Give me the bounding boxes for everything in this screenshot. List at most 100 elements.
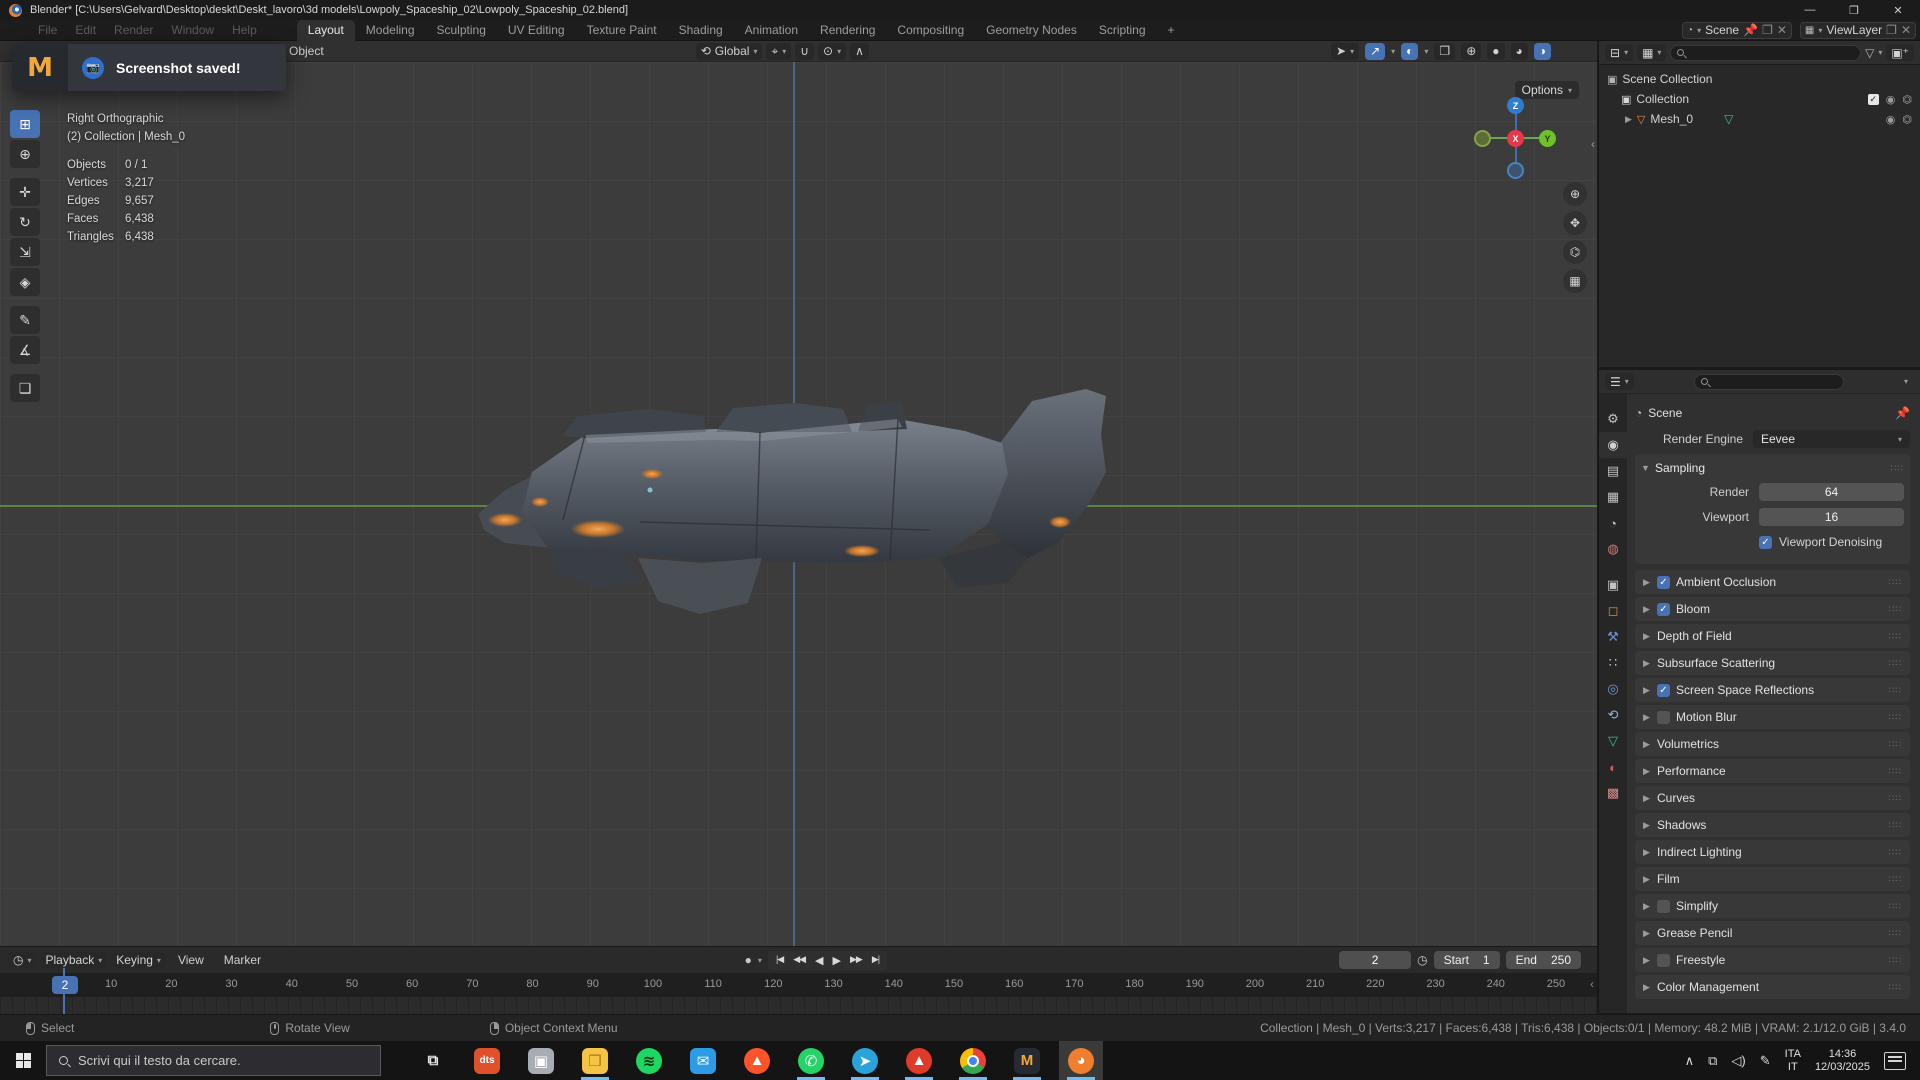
proportional-edit-dropdown[interactable]: ⊙ ▾ [818,42,847,60]
delete-icon[interactable]: ✕ [1901,23,1911,37]
properties-tab-tool[interactable]: ⚙ [1599,406,1627,432]
options-button[interactable]: Options ▾ [1514,81,1579,99]
section-depth-of-field[interactable]: ▶ Depth of Field ∷∷ [1635,624,1910,648]
taskbar-app-telegram[interactable]: ➤ [843,1041,887,1080]
current-frame-field[interactable]: 2 [1339,951,1412,969]
gizmo-y-minus[interactable] [1474,130,1491,147]
drag-dots-icon[interactable]: ∷∷ [1891,463,1904,474]
section-subsurface-scattering[interactable]: ▶ Subsurface Scattering ∷∷ [1635,651,1910,675]
outliner-row-collection[interactable]: ▣ Collection ✓ ◉ ⏣ [1599,89,1920,109]
timeline-editor-type-dropdown[interactable]: ◷ ▾ [8,951,37,969]
display-icon[interactable]: ⧉ [1708,1053,1717,1069]
screenshot-toast[interactable]: M 📷 Screenshot saved! [12,44,286,91]
tool-measure[interactable]: ∡ [10,336,40,364]
drag-dots-icon[interactable]: ∷∷ [1889,874,1902,885]
taskbar-app-task-view[interactable]: ⧉ [411,1041,455,1080]
gizmo-z-minus[interactable] [1507,162,1524,179]
taskbar-app-blender[interactable]: ◕ [1059,1041,1103,1080]
taskbar-app-spotify[interactable]: ≋ [627,1041,671,1080]
section-shadows[interactable]: ▶ Shadows ∷∷ [1635,813,1910,837]
drag-dots-icon[interactable]: ∷∷ [1889,685,1902,696]
drag-dots-icon[interactable]: ∷∷ [1889,658,1902,669]
falloff-dropdown[interactable]: ∧ [850,42,869,60]
number-field[interactable]: 64 [1759,483,1904,501]
jump-start-button[interactable]: |◀ [772,953,787,968]
shading-rendered-button[interactable]: ◑ [1533,42,1551,60]
filter-icon[interactable]: ▽ [1865,46,1874,60]
workspace-tab[interactable]: Modeling [355,20,426,41]
menu-item[interactable]: Window [171,23,214,37]
section-simplify[interactable]: ▶ Simplify ∷∷ [1635,894,1910,918]
tool-select-box[interactable]: ⊞ [10,110,40,138]
current-frame-badge[interactable]: 2 [52,976,78,994]
taskbar-search-input[interactable]: Scrivi qui il testo da cercare. [46,1045,381,1076]
render-engine-dropdown[interactable]: Eevee ▾ [1753,430,1910,448]
properties-tab-particles[interactable]: ∷ [1599,650,1627,676]
properties-tab-render[interactable]: ◉ [1599,432,1627,458]
expand-arrow-icon[interactable]: ▶ [1625,114,1632,125]
nav-camera-view-button[interactable]: ⌬ [1563,240,1587,264]
section-freestyle[interactable]: ▶ Freestyle ∷∷ [1635,948,1910,972]
properties-tab-physics[interactable]: ◎ [1599,676,1627,702]
mode-dropdown[interactable]: Object [289,44,324,58]
outliner-search-input[interactable] [1670,44,1862,61]
keyframe-strip[interactable] [0,997,1597,1014]
nav-ortho-grid-button[interactable]: ▦ [1563,269,1587,293]
workspace-tab[interactable]: Geometry Nodes [975,20,1088,41]
properties-tab-data[interactable]: ▽ [1599,728,1627,754]
drag-dots-icon[interactable]: ∷∷ [1889,631,1902,642]
transform-orientation-dropdown[interactable]: ⟲ Global ▾ [695,42,763,60]
drag-dots-icon[interactable]: ∷∷ [1889,820,1902,831]
workspace-tab[interactable]: Shading [668,20,734,41]
auto-key-dropdown[interactable]: ▾ [758,956,762,965]
properties-editor-type-dropdown[interactable]: ☰ ▾ [1605,373,1634,390]
language-indicator[interactable]: ITA IT [1785,1048,1801,1074]
workspace-tab[interactable]: Sculpting [426,20,497,41]
collapse-arrow-icon[interactable]: ▼ [1641,463,1650,473]
notification-center-icon[interactable] [1884,1051,1906,1070]
properties-tab-scene[interactable]: ◔ [1599,510,1627,536]
drag-dots-icon[interactable]: ∷∷ [1889,982,1902,993]
drag-dots-icon[interactable]: ∷∷ [1889,928,1902,939]
section-color-management[interactable]: ▶ Color Management ∷∷ [1635,975,1910,999]
pen-icon[interactable]: ✎ [1760,1053,1771,1069]
drag-dots-icon[interactable]: ∷∷ [1889,793,1902,804]
scene-selector[interactable]: ◔ ▾ Scene 📌 ❐ ✕ [1682,21,1792,39]
navigation-gizmo[interactable]: Z X Y [1474,97,1556,179]
drag-dots-icon[interactable]: ∷∷ [1889,766,1902,777]
snap-dropdown[interactable]: ⌖ ▾ [766,42,792,60]
selectability-dropdown[interactable]: ➤ ▾ [1331,42,1360,60]
sidebar-collapse-arrow[interactable]: ‹ [1591,137,1595,151]
frame-start-field[interactable]: Start 1 [1433,951,1500,969]
properties-tab-output[interactable]: ▤ [1599,458,1627,484]
jump-end-button[interactable]: ▶| [868,953,883,968]
marker-menu[interactable]: Marker [216,953,269,967]
eye-icon[interactable]: ◉ [1886,93,1896,106]
tool-move[interactable]: ✛ [10,178,40,206]
frame-end-field[interactable]: End 250 [1505,951,1581,969]
taskbar-app-gmail[interactable]: M [1005,1041,1049,1080]
overlays-toggle[interactable]: ◐ [1401,42,1419,60]
workspace-tab[interactable]: UV Editing [497,20,576,41]
view-menu[interactable]: View [170,953,212,967]
play-button[interactable]: ▶ [829,953,844,968]
menu-item[interactable]: Edit [75,23,96,37]
drag-dots-icon[interactable]: ∷∷ [1889,739,1902,750]
shading-solid-button[interactable]: ● [1487,42,1505,60]
pin-icon[interactable]: 📌 [1895,406,1910,420]
section-grease-pencil[interactable]: ▶ Grease Pencil ∷∷ [1635,921,1910,945]
section-checkbox[interactable] [1657,899,1670,913]
playback-menu[interactable]: Playback ▾ [40,951,108,969]
section-checkbox[interactable]: ✓ [1657,575,1670,589]
drag-dots-icon[interactable]: ∷∷ [1889,577,1902,588]
maximize-button[interactable]: ❐ [1832,0,1876,20]
shading-material-button[interactable]: ◕ [1510,42,1528,60]
properties-search-input[interactable] [1693,373,1844,390]
section-checkbox[interactable] [1657,953,1670,967]
drag-dots-icon[interactable]: ∷∷ [1889,604,1902,615]
workspace-tab[interactable]: Scripting [1088,20,1157,41]
camera-render-icon[interactable]: ⏣ [1902,93,1912,106]
pin-icon[interactable]: 📌 [1743,23,1758,37]
menu-item[interactable]: Help [232,23,257,37]
workspace-tab[interactable]: Layout [296,19,355,41]
